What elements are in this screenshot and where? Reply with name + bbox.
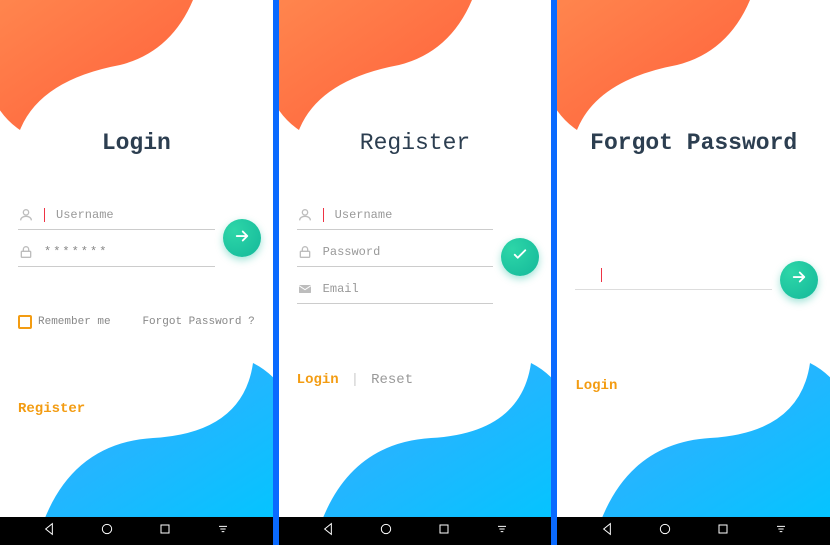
nav-recent-icon[interactable] xyxy=(157,521,173,542)
android-navbar xyxy=(0,517,273,545)
submit-button[interactable] xyxy=(501,238,539,276)
nav-menu-icon[interactable] xyxy=(494,521,510,542)
screen-register: Register xyxy=(279,0,552,545)
password-field[interactable] xyxy=(297,238,494,267)
nav-menu-icon[interactable] xyxy=(773,521,789,542)
username-input[interactable] xyxy=(335,208,494,222)
email-input[interactable] xyxy=(613,268,772,282)
nav-home-icon[interactable] xyxy=(378,521,394,542)
text-cursor xyxy=(44,208,45,222)
link-divider: | xyxy=(351,372,359,388)
user-icon xyxy=(18,207,34,223)
nav-back-icon[interactable] xyxy=(599,521,615,542)
nav-home-icon[interactable] xyxy=(657,521,673,542)
email-input[interactable] xyxy=(323,282,494,296)
login-link[interactable]: Login xyxy=(575,378,617,394)
text-cursor xyxy=(601,268,602,282)
arrow-right-icon xyxy=(790,268,808,291)
nav-recent-icon[interactable] xyxy=(715,521,731,542)
forgot-password-link[interactable]: Forgot Password ? xyxy=(142,316,254,328)
nav-recent-icon[interactable] xyxy=(436,521,452,542)
mail-icon xyxy=(575,267,591,283)
password-input[interactable] xyxy=(323,245,494,259)
arrow-right-icon xyxy=(233,227,251,250)
password-input[interactable]: ******* xyxy=(44,245,215,259)
check-icon xyxy=(511,245,529,268)
screen-forgot-password: Forgot Password Login xyxy=(557,0,830,545)
screen-login: Login ******* xyxy=(0,0,273,545)
email-field[interactable] xyxy=(575,261,772,290)
remember-me-checkbox[interactable]: Remember me xyxy=(18,315,111,329)
submit-button[interactable] xyxy=(780,261,818,299)
register-link[interactable]: Register xyxy=(18,401,85,417)
remember-me-label: Remember me xyxy=(38,316,111,328)
reset-link[interactable]: Reset xyxy=(371,372,413,388)
nav-back-icon[interactable] xyxy=(320,521,336,542)
login-link[interactable]: Login xyxy=(297,372,339,388)
android-navbar xyxy=(557,517,830,545)
text-cursor xyxy=(323,208,324,222)
username-input[interactable] xyxy=(56,208,215,222)
page-title: Login xyxy=(18,130,255,156)
mail-icon xyxy=(297,281,313,297)
checkbox-box xyxy=(18,315,32,329)
username-field[interactable] xyxy=(18,201,215,230)
email-field[interactable] xyxy=(297,275,494,304)
nav-menu-icon[interactable] xyxy=(215,521,231,542)
page-title: Register xyxy=(297,130,534,156)
lock-icon xyxy=(18,244,34,260)
nav-home-icon[interactable] xyxy=(99,521,115,542)
page-title: Forgot Password xyxy=(575,130,812,156)
username-field[interactable] xyxy=(297,201,494,230)
user-icon xyxy=(297,207,313,223)
lock-icon xyxy=(297,244,313,260)
android-navbar xyxy=(279,517,552,545)
nav-back-icon[interactable] xyxy=(41,521,57,542)
submit-button[interactable] xyxy=(223,219,261,257)
password-field[interactable]: ******* xyxy=(18,238,215,267)
